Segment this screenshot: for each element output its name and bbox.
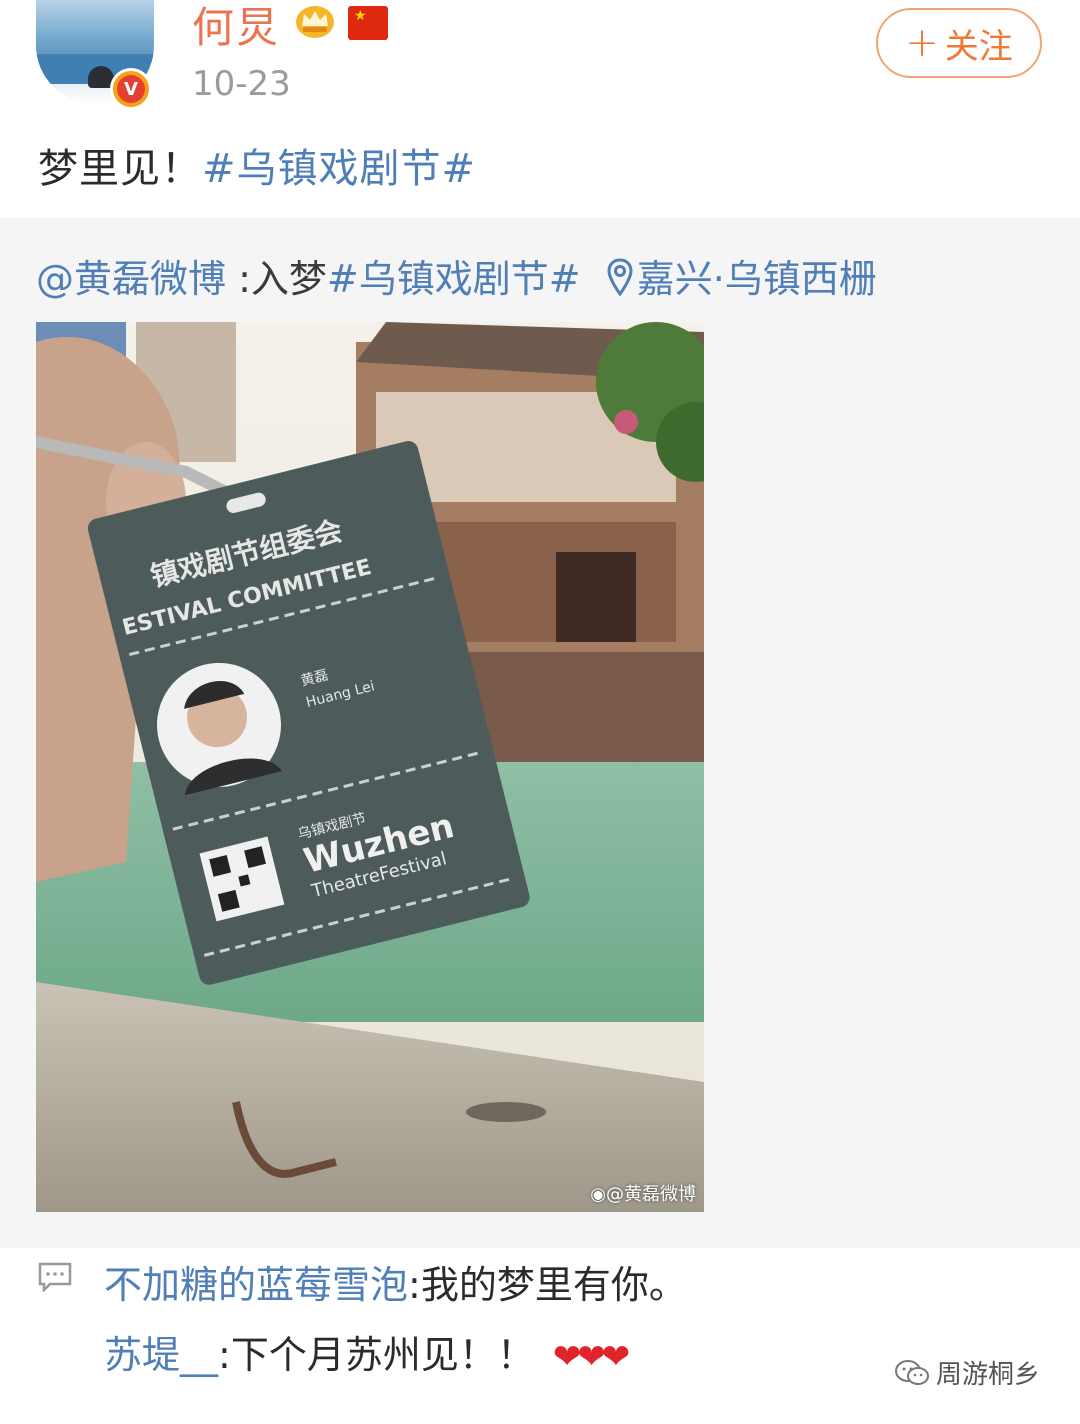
comment-text: :我的梦里有你。	[408, 1263, 687, 1307]
repost-content: :入梦	[226, 257, 327, 301]
post-header: V 何炅 ★ 10-23 + 关注 梦里见！#乌镇戏剧节#	[0, 0, 1080, 216]
follow-button[interactable]: + 关注	[876, 8, 1042, 78]
post-text: 梦里见！#乌镇戏剧节#	[38, 136, 476, 194]
repost-hashtag[interactable]: #乌镇戏剧节#	[327, 257, 581, 301]
verified-mark: V	[117, 75, 145, 103]
verified-badge-icon: V	[110, 68, 152, 110]
follow-label: 关注	[944, 26, 1013, 67]
comment-icon	[38, 1262, 72, 1292]
hearts-emoji: ❤❤❤	[552, 1337, 630, 1377]
post-text-plain: 梦里见！	[38, 146, 202, 192]
photo-scene: 镇戏剧节组委会 ESTIVAL COMMITTEE 黄磊 Huang Lei 乌…	[36, 322, 704, 1212]
comment-user[interactable]: 苏堤__	[104, 1333, 218, 1377]
post-hashtag[interactable]: #乌镇戏剧节#	[202, 146, 476, 192]
wechat-account: 周游桐乡	[936, 1360, 1041, 1390]
comment-user[interactable]: 不加糖的蓝莓雪泡	[104, 1263, 408, 1307]
image-watermark-text: @黄磊微博	[606, 1184, 696, 1205]
crown-icon	[296, 6, 334, 38]
wechat-icon	[895, 1359, 929, 1385]
comments-section: 不加糖的蓝莓雪泡:我的梦里有你。 苏堤__:下个月苏州见！！ ❤❤❤ 周游桐乡	[0, 1248, 1080, 1424]
comment-item[interactable]: 苏堤__:下个月苏州见！！ ❤❤❤	[104, 1324, 630, 1379]
china-flag-icon: ★	[348, 6, 388, 40]
post-date: 10-23	[192, 64, 291, 104]
repost-photo[interactable]: 镇戏剧节组委会 ESTIVAL COMMITTEE 黄磊 Huang Lei 乌…	[36, 322, 704, 1212]
location-pin-icon	[607, 258, 633, 297]
image-watermark: ◉@黄磊微博	[590, 1180, 696, 1206]
repost-mention[interactable]: @黄磊微博	[36, 257, 226, 301]
author-name[interactable]: 何炅	[192, 0, 280, 55]
comment-text: :下个月苏州见！！	[218, 1333, 535, 1377]
weibo-logo-icon: ◉	[590, 1184, 606, 1205]
plus-icon: +	[905, 20, 939, 66]
repost-location[interactable]: 嘉兴·乌镇西栅	[607, 257, 877, 301]
repost-card[interactable]: @黄磊微博 :入梦#乌镇戏剧节# 嘉兴·乌镇西栅 镇戏剧节组委会 ESTIVAL…	[0, 218, 1080, 1248]
comment-item[interactable]: 不加糖的蓝莓雪泡:我的梦里有你。	[104, 1254, 687, 1309]
location-label: 嘉兴·乌镇西栅	[636, 257, 877, 301]
wechat-watermark: 周游桐乡	[894, 1354, 1040, 1391]
repost-text: @黄磊微博 :入梦#乌镇戏剧节# 嘉兴·乌镇西栅	[36, 248, 877, 303]
